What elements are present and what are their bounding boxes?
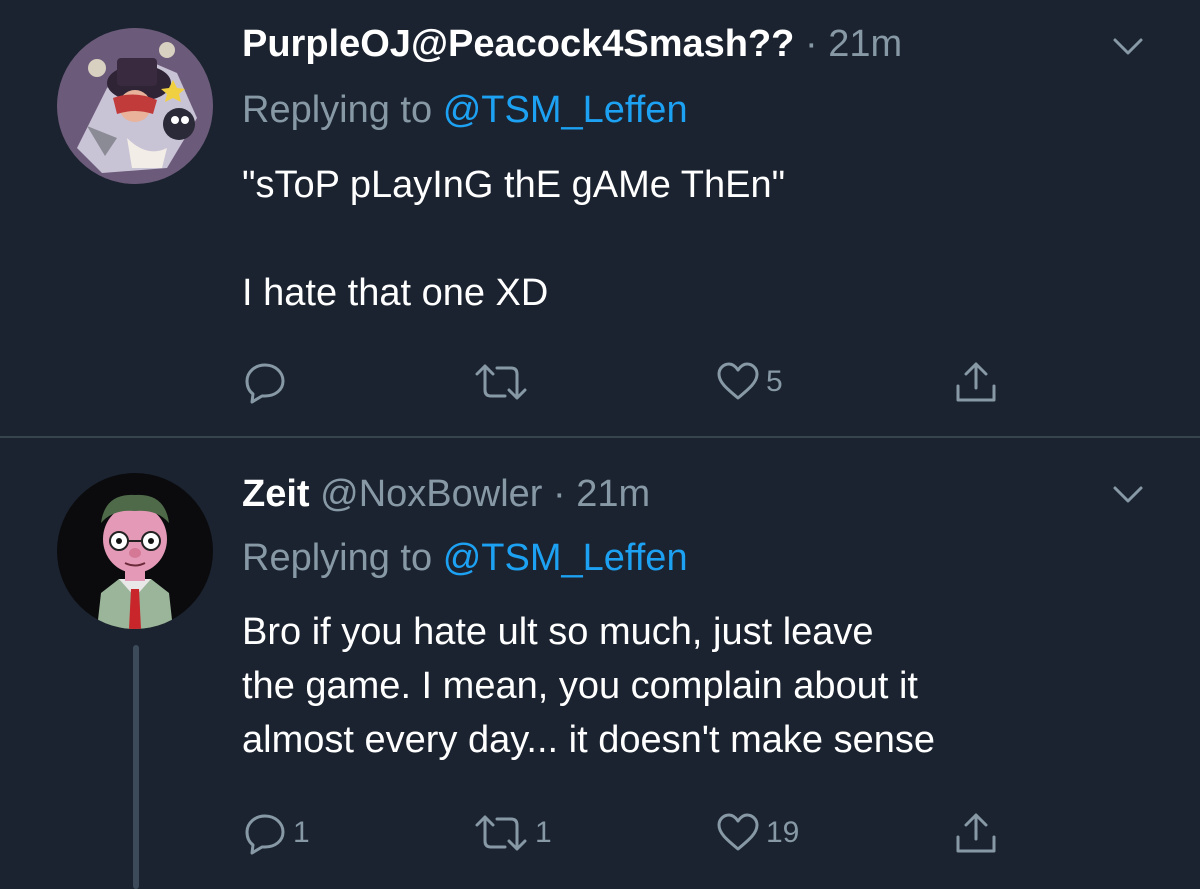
tweet-text-line: "sToP pLayInG thE gAMe ThEn" — [242, 164, 786, 206]
timestamp[interactable]: 21m — [828, 23, 902, 65]
like-count: 5 — [766, 365, 783, 398]
tweet-text-line: almost every day... it doesn't make sens… — [242, 719, 935, 761]
reply-button[interactable]: 1 — [243, 808, 310, 858]
tweet-text: Bro if you hate ult so much, just leave … — [242, 605, 935, 767]
like-count: 19 — [766, 816, 800, 849]
username[interactable]: @NoxBowler — [320, 473, 542, 515]
mention-link[interactable]: @TSM_Leffen — [443, 89, 688, 131]
retweet-icon — [475, 364, 527, 400]
heart-icon — [717, 813, 759, 851]
avatar-image — [57, 473, 213, 629]
display-name[interactable]: Zeit — [242, 473, 310, 515]
tweet-text: "sToP pLayInG thE gAMe ThEn" I hate that… — [242, 158, 785, 320]
reply-button[interactable] — [243, 357, 293, 407]
heart-icon — [717, 362, 759, 400]
retweet-count: 1 — [535, 816, 552, 849]
tweet-text-line: Bro if you hate ult so much, just leave — [242, 611, 874, 653]
replying-to-label: Replying to — [242, 89, 433, 131]
replying-to: Replying to @TSM_Leffen — [242, 536, 688, 580]
replying-to-label: Replying to — [242, 537, 433, 579]
tweet-header: Zeit @NoxBowler · 21m — [242, 472, 650, 516]
tweet-header: PurpleOJ@Peacock4Smash?? · 21m — [242, 22, 902, 66]
share-icon — [956, 362, 996, 402]
tweet-text-line: the game. I mean, you complain about it — [242, 665, 918, 707]
retweet-button[interactable] — [473, 357, 535, 407]
retweet-button[interactable]: 1 — [473, 808, 552, 858]
share-button[interactable] — [952, 357, 1006, 407]
retweet-icon — [475, 815, 527, 851]
tweet-actions: 1 1 19 — [0, 808, 1200, 858]
share-button[interactable] — [952, 808, 1006, 858]
like-button[interactable]: 5 — [716, 357, 783, 407]
replying-to: Replying to @TSM_Leffen — [242, 88, 688, 132]
tweet[interactable]: PurpleOJ@Peacock4Smash?? · 21m Replying … — [0, 0, 1200, 437]
separator-dot: · — [553, 473, 566, 515]
chevron-down-icon[interactable] — [1112, 36, 1144, 58]
avatar[interactable] — [57, 28, 213, 184]
reply-count: 1 — [293, 816, 310, 849]
tweet[interactable]: Zeit @NoxBowler · 21m Replying to @TSM_L… — [0, 438, 1200, 889]
avatar[interactable] — [57, 473, 213, 629]
reply-icon — [245, 363, 285, 404]
tweet-text-line: I hate that one XD — [242, 272, 549, 314]
like-button[interactable]: 19 — [716, 808, 799, 858]
timestamp[interactable]: 21m — [576, 473, 650, 515]
avatar-image — [57, 28, 213, 184]
tweet-actions: 5 — [0, 357, 1200, 407]
tweet-feed: PurpleOJ@Peacock4Smash?? · 21m Replying … — [0, 0, 1200, 889]
share-icon — [956, 813, 996, 853]
mention-link[interactable]: @TSM_Leffen — [443, 537, 688, 579]
separator-dot: · — [804, 23, 818, 65]
display-name[interactable]: PurpleOJ@Peacock4Smash?? — [242, 23, 794, 65]
reply-icon — [245, 814, 285, 855]
chevron-down-icon[interactable] — [1112, 484, 1144, 506]
tweet-text-line — [242, 212, 785, 266]
